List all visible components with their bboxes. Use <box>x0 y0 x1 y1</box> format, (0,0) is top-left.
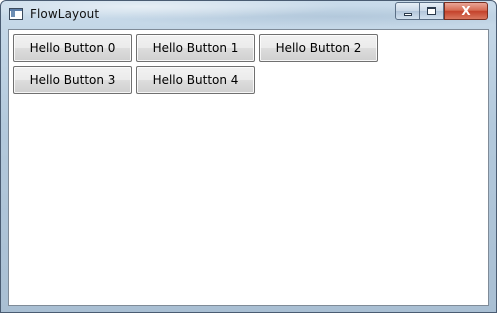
hello-button-2[interactable]: Hello Button 2 <box>259 34 378 62</box>
client-area: Hello Button 0 Hello Button 1 Hello Butt… <box>8 29 489 306</box>
hello-button-1[interactable]: Hello Button 1 <box>136 34 255 62</box>
window-title: FlowLayout <box>30 7 100 21</box>
close-button[interactable]: X <box>444 2 488 20</box>
hello-button-0[interactable]: Hello Button 0 <box>13 34 132 62</box>
maximize-icon <box>427 7 436 15</box>
close-icon: X <box>461 4 471 18</box>
maximize-button[interactable] <box>420 2 444 20</box>
caption-buttons: X <box>395 2 492 20</box>
window-bottom-border[interactable] <box>1 306 496 312</box>
window-app-icon[interactable] <box>9 8 23 20</box>
application-window: FlowLayout X Hello Button 0 Hello Button… <box>0 0 497 313</box>
hello-button-3[interactable]: Hello Button 3 <box>13 66 132 94</box>
title-bar[interactable]: FlowLayout X <box>1 1 496 29</box>
minimize-button[interactable] <box>395 2 420 20</box>
minimize-icon <box>404 13 412 16</box>
hello-button-4[interactable]: Hello Button 4 <box>136 66 255 94</box>
